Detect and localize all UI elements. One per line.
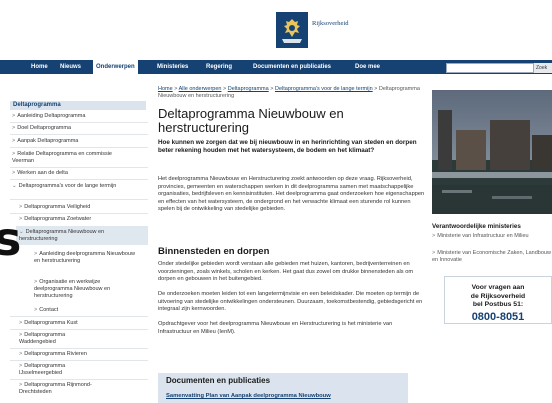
search-input[interactable] <box>446 63 534 73</box>
nav-regering[interactable]: Regering <box>206 60 232 74</box>
body-paragraph-3: De onderzoeken moeten leiden tot een lan… <box>158 291 423 313</box>
breadcrumb-lange-termijn[interactable]: Deltaprogramma's voor de lange termijn <box>275 86 373 92</box>
sidebar-item-contact[interactable]: > Contact <box>34 307 138 314</box>
sidebar-item-aanpak[interactable]: > Aanpak Deltaprogramma <box>12 138 148 145</box>
sidebar-divider <box>10 360 148 361</box>
sidebar-divider <box>10 316 148 317</box>
sidebar-divider <box>10 134 148 135</box>
cropped-letter-artifact: s <box>0 212 22 266</box>
nav-ministeries[interactable]: Ministeries <box>157 60 188 74</box>
sidebar-item-organisatie[interactable]: > Organisatie en werkwijze deelprogramma … <box>34 279 138 300</box>
sidebar-item-aanleiding[interactable]: > Aanleiding Deltaprogramma <box>12 113 148 120</box>
responsible-ministries-heading: Verantwoordelijke ministeries <box>432 223 521 230</box>
photo-image <box>432 90 552 214</box>
body-paragraph-4: Opdrachtgever voor het deelprogramma Nie… <box>158 321 393 335</box>
sidebar-item-nieuwbouw[interactable]: ⌄ Deltaprogramma Nieuwbouw en herstructur… <box>19 229 141 243</box>
section-heading: Binnensteden en dorpen <box>158 246 270 257</box>
postbus51-phone[interactable]: 0800-8051 <box>444 311 552 323</box>
sidebar-item-rivieren[interactable]: > Deltaprogramma Rivieren <box>19 351 147 358</box>
breadcrumb-deltaprogramma[interactable]: Deltaprogramma <box>228 86 269 92</box>
rijksoverheid-logo[interactable] <box>276 12 308 48</box>
sidebar-divider <box>10 179 148 180</box>
breadcrumb-alle-onderwerpen[interactable]: Alle onderwerpen <box>179 86 222 92</box>
nav-onderwerpen[interactable]: Onderwerpen <box>93 60 138 74</box>
sidebar-item-relatie[interactable]: > Relatie Deltaprogramma en commissie Vee… <box>12 151 132 165</box>
sidebar-item-veiligheid[interactable]: > Deltaprogramma Veiligheid <box>19 204 147 211</box>
header-photo <box>432 90 552 214</box>
sidebar-divider <box>10 199 148 200</box>
sidebar-divider <box>10 147 148 148</box>
nav-home[interactable]: Home <box>31 60 48 74</box>
sidebar-divider <box>10 379 148 380</box>
breadcrumb: Home > Alle onderwerpen > Deltaprogramma… <box>158 86 420 99</box>
body-paragraph-1: Het deelprogramma Nieuwbouw en Herstruct… <box>158 176 425 213</box>
ministry-link-eli[interactable]: > Ministerie van Economische Zaken, Landb… <box>432 250 552 264</box>
breadcrumb-home[interactable]: Home <box>158 86 173 92</box>
sidebar-divider <box>10 213 148 214</box>
page-title: Deltaprogramma Nieuwbouw en herstructure… <box>158 106 344 135</box>
logo-text: Rijksoverheid <box>312 20 349 27</box>
sidebar-item-ijsselmeergebied[interactable]: > Deltaprogramma IJsselmeergebied <box>19 363 99 377</box>
sidebar-item-aanleiding-deelprogramma[interactable]: > Aanleiding deelprogramma Nieuwbouw en h… <box>34 251 138 265</box>
sidebar-divider <box>10 167 148 168</box>
sidebar-title[interactable]: Deltaprogramma <box>10 101 146 110</box>
nav-nieuws[interactable]: Nieuws <box>60 60 81 74</box>
documents-title: Documenten en publicaties <box>166 376 271 385</box>
sidebar-item-zoetwater[interactable]: > Deltaprogramma Zoetwater <box>19 216 147 223</box>
search-button[interactable]: Zoek <box>534 63 552 73</box>
document-link[interactable]: Samenvatting Plan van Aanpak deelprogram… <box>166 393 331 399</box>
sidebar-item-lange-termijn[interactable]: ⌄ Deltaprogramma's voor de lange termijn <box>12 183 140 190</box>
postbus51-text: Voor vragen aan de Rijksoverheid bel Pos… <box>470 284 526 308</box>
sidebar-item-kust[interactable]: > Deltaprogramma Kust <box>19 320 147 327</box>
sidebar-item-doel[interactable]: > Doel Deltaprogramma <box>12 125 148 132</box>
sidebar-item-werken[interactable]: > Werken aan de delta <box>12 170 148 177</box>
sidebar-divider <box>10 329 148 330</box>
nav-documenten[interactable]: Documenten en publicaties <box>253 60 331 74</box>
body-paragraph-2: Onder stedelijke gebieden wordt verstaan… <box>158 261 414 283</box>
sidebar-divider <box>10 122 148 123</box>
nav-doe-mee[interactable]: Doe mee <box>355 60 380 74</box>
sidebar-item-waddengebied[interactable]: > Deltaprogramma Waddengebied <box>19 332 99 346</box>
lead-paragraph: Hoe kunnen we zorgen dat we bij nieuwbou… <box>158 139 417 154</box>
sidebar-divider <box>10 348 148 349</box>
sidebar-item-rijnmond[interactable]: > Deltaprogramma Rijnmond-Drechtsteden <box>19 382 115 396</box>
crest-icon <box>276 12 308 48</box>
ministry-link-ienm[interactable]: > Ministerie van Infrastructuur en Milieu <box>432 233 552 240</box>
